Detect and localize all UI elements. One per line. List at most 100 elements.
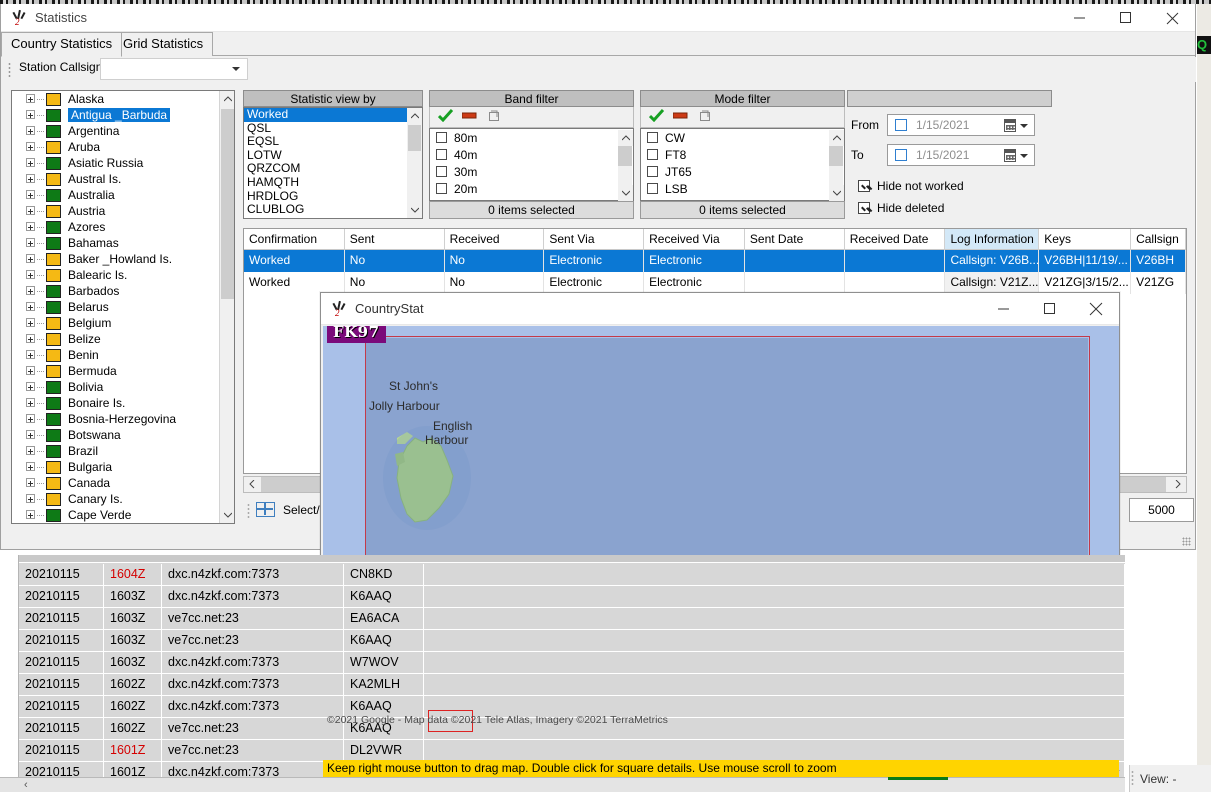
country-tree-item[interactable]: Austral Is. [12,171,234,187]
resize-grip[interactable] [1182,537,1191,546]
band-filter-item[interactable]: 80m [430,129,633,146]
expand-icon[interactable] [26,398,35,407]
grid-columns-icon[interactable] [256,502,275,517]
scroll-right-icon[interactable] [1170,477,1186,492]
band-filter-item[interactable]: 30m [430,163,633,180]
hide-not-worked-checkbox[interactable]: Hide not worked [858,179,964,193]
grid-column-header[interactable]: Sent [344,229,445,250]
log-row[interactable]: 20210115 1603Z dxc.n4zkf.com:7373 W7WOV [19,652,1125,674]
country-tree-item[interactable]: Belize [12,331,234,347]
checkbox-icon[interactable] [436,149,447,160]
expand-icon[interactable] [26,446,35,455]
uncheck-all-icon[interactable] [461,109,477,125]
statistic-view-option[interactable]: LOTW [244,148,422,163]
mode-filter-item[interactable]: FT8 [641,146,844,163]
grid-row[interactable]: Worked No No Electronic Electronic Callsign: … [244,272,1186,294]
country-tree-item[interactable]: Canada [12,475,234,491]
drag-grip[interactable] [8,62,11,78]
statistic-view-option[interactable]: EQSL [244,135,422,149]
log-row[interactable]: 20210115 1603Z ve7cc.net:23 EA6ACA [19,608,1125,630]
grid-row[interactable]: Worked No No Electronic Electronic Callsign: … [244,250,1186,272]
mode-filter-item[interactable]: LSB [641,180,844,197]
checkbox-icon[interactable] [436,183,447,194]
log-row[interactable]: 20210115 1603Z dxc.n4zkf.com:7373 K6AAQ [19,586,1125,608]
checkbox-icon[interactable] [647,166,658,177]
tab-grid-statistics[interactable]: Grid Statistics [113,32,214,56]
maximize-icon[interactable] [1103,4,1149,32]
uncheck-all-icon[interactable] [672,109,688,125]
statistic-view-option[interactable]: QSL [244,121,422,136]
minimize-icon[interactable] [981,293,1027,325]
dx-cluster-log[interactable]: 20210115 1604Z dxc.n4zkf.com:7373 CN8KD 2021… [0,555,1125,777]
band-filter-item[interactable]: 20m [430,180,633,197]
country-tree-item[interactable]: Bonaire Is. [12,395,234,411]
statistic-view-list[interactable]: Worked QSL EQSL LOTW QRZCOM HAMQTH HRDLOG CLUBL… [243,107,423,219]
scroll-up-icon[interactable] [829,130,844,146]
expand-icon[interactable] [26,366,35,375]
chevron-down-icon[interactable] [1020,154,1028,158]
invert-selection-icon[interactable] [697,109,712,125]
log-row[interactable]: 20210115 1604Z dxc.n4zkf.com:7373 CN8KD [19,564,1125,586]
drag-grip[interactable] [1131,770,1134,786]
drag-grip[interactable] [247,503,250,518]
scroll-up-icon[interactable] [618,130,633,146]
calendar-icon[interactable] [1004,119,1016,132]
country-tree-item[interactable]: Antigua _Barbuda [12,107,234,123]
mode-filter-item[interactable]: CW [641,129,844,146]
expand-icon[interactable] [26,142,35,151]
expand-icon[interactable] [26,478,35,487]
expand-icon[interactable] [26,270,35,279]
scrollbar-thumb[interactable] [829,146,843,166]
invert-selection-icon[interactable] [486,109,501,125]
band-filter-list[interactable]: 80m 40m 30m 20m [429,128,634,201]
expand-icon[interactable] [26,110,35,119]
country-tree-item[interactable]: Austria [12,203,234,219]
scroll-left-icon[interactable]: ‹ [24,779,28,791]
expand-icon[interactable] [26,206,35,215]
scroll-up-icon[interactable] [407,108,422,124]
log-row[interactable]: 20210115 1603Z ve7cc.net:23 K6AAQ [19,630,1125,652]
expand-icon[interactable] [26,414,35,423]
scroll-down-icon[interactable] [618,185,633,201]
country-tree-item[interactable]: Baker _Howland Is. [12,251,234,267]
checkbox-icon[interactable] [647,132,658,143]
country-tree-item[interactable]: Australia [12,187,234,203]
scroll-down-icon[interactable] [407,202,422,218]
country-tree-item[interactable]: Brazil [12,443,234,459]
scrollbar-thumb[interactable] [221,109,234,299]
expand-icon[interactable] [26,302,35,311]
country-tree-item[interactable]: Barbados [12,283,234,299]
grid-column-header[interactable]: Log Information [945,229,1040,250]
country-tree-item[interactable]: Cape Verde [12,507,234,523]
scrollbar-thumb[interactable] [408,125,421,151]
calendar-icon[interactable] [1004,149,1016,162]
country-tree-item[interactable]: Bolivia [12,379,234,395]
band-filter-scrollbar[interactable] [618,130,633,201]
grid-column-header[interactable]: Sent Date [744,229,845,250]
close-icon[interactable] [1149,4,1195,32]
log-row[interactable]: 20210115 1601Z ve7cc.net:23 DL2VWR [19,740,1125,762]
country-tree-item[interactable]: Bosnia-Herzegovina [12,411,234,427]
statistic-view-option[interactable]: CLUBLOG [244,203,422,217]
checkbox-icon[interactable] [436,132,447,143]
country-tree-item[interactable]: Aruba [12,139,234,155]
country-tree-item[interactable]: Balearic Is. [12,267,234,283]
band-filter-item[interactable]: 40m [430,146,633,163]
check-all-icon[interactable] [648,108,665,125]
country-tree-item[interactable]: Bahamas [12,235,234,251]
statistic-view-scrollbar[interactable] [407,108,422,218]
country-tree-item[interactable]: Botswana [12,427,234,443]
country-tree-item[interactable]: Bermuda [12,363,234,379]
statistic-view-option[interactable]: HRDLOG [244,189,422,204]
country-tree-item[interactable]: Benin [12,347,234,363]
grid-column-header[interactable]: Confirmation [244,229,345,250]
country-tree-scrollbar[interactable] [219,91,234,523]
country-tree-item[interactable]: Canary Is. [12,491,234,507]
scroll-left-icon[interactable] [244,477,260,492]
country-tree-item[interactable]: Asiatic Russia [12,155,234,171]
to-date-checkbox[interactable] [895,149,907,161]
expand-icon[interactable] [26,494,35,503]
expand-icon[interactable] [26,334,35,343]
expand-icon[interactable] [26,238,35,247]
country-tree-item[interactable]: Azores [12,219,234,235]
